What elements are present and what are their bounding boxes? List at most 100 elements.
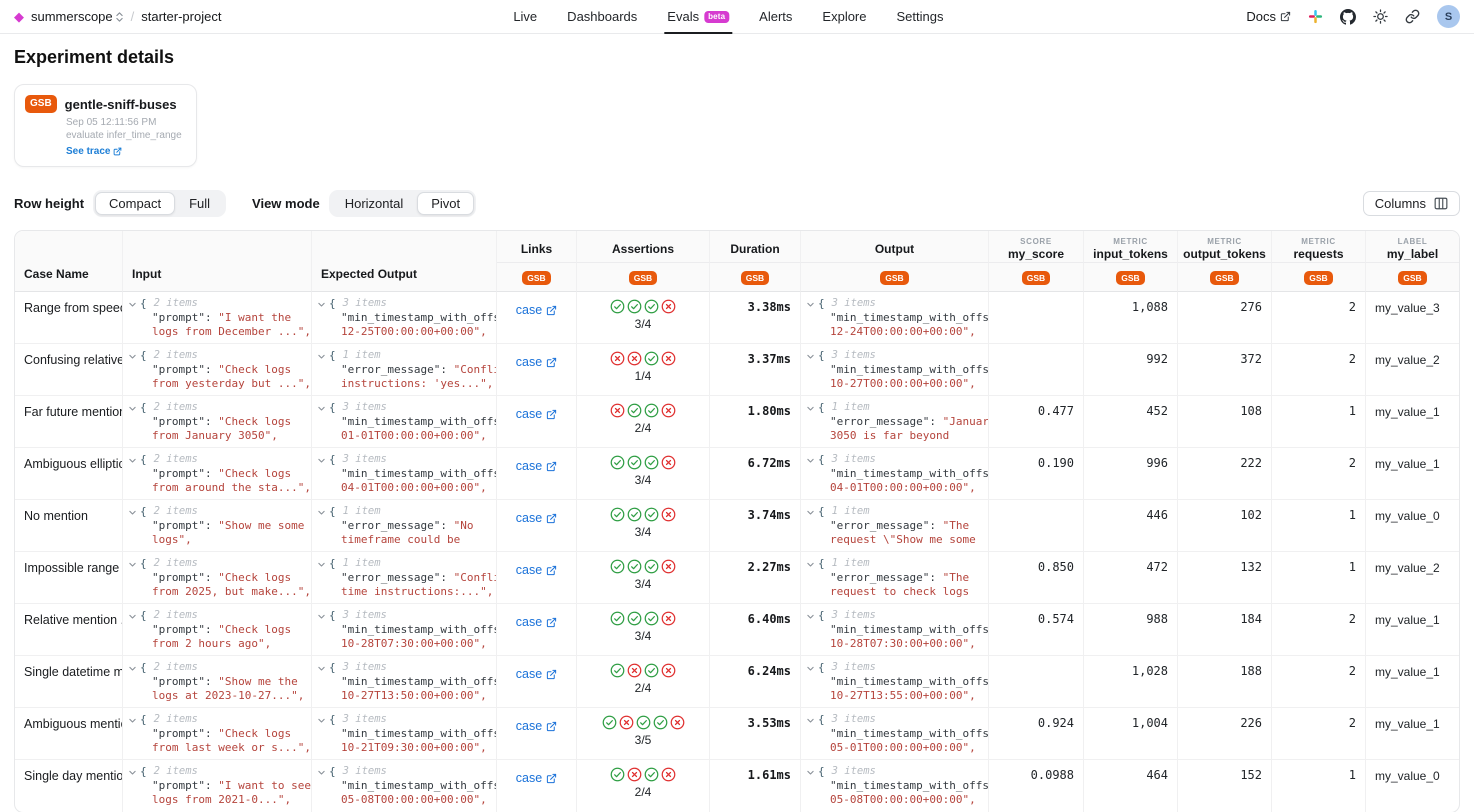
links-cell: case bbox=[497, 552, 577, 604]
chevron-down-icon[interactable] bbox=[317, 612, 326, 621]
chevron-down-icon[interactable] bbox=[317, 404, 326, 413]
input-tokens-cell: 1,088 bbox=[1084, 292, 1178, 344]
case-link[interactable]: case bbox=[516, 407, 557, 421]
chevron-down-icon[interactable] bbox=[806, 716, 815, 725]
assertions-count: 3/4 bbox=[577, 525, 709, 539]
experiment-badge[interactable]: GSB bbox=[1398, 271, 1426, 286]
nav-tab-explore[interactable]: Explore bbox=[822, 0, 866, 34]
chevron-down-icon[interactable] bbox=[806, 352, 815, 361]
table-row: Ambiguous elliptic... {2 items "prompt":… bbox=[15, 448, 1459, 500]
view-mode-option-horizontal[interactable]: Horizontal bbox=[331, 192, 418, 215]
label-cell: my_value_1 bbox=[1366, 448, 1459, 500]
col-header-my-label[interactable]: LABELmy_label bbox=[1366, 231, 1459, 263]
chevron-down-icon[interactable] bbox=[128, 664, 137, 673]
chevron-down-icon[interactable] bbox=[128, 456, 137, 465]
output-json-viewer: {1 item "error_message": "The request to… bbox=[801, 552, 988, 598]
expected-output-cell: {1 item "error_message": "Conflict: time… bbox=[312, 552, 497, 604]
case-link[interactable]: case bbox=[516, 355, 557, 369]
experiment-badge[interactable]: GSB bbox=[880, 271, 908, 286]
case-link[interactable]: case bbox=[516, 719, 557, 733]
experiment-badge[interactable]: GSB bbox=[1304, 271, 1332, 286]
nav-tab-evals[interactable]: Evalsbeta bbox=[667, 0, 729, 34]
theme-icon[interactable] bbox=[1373, 9, 1388, 24]
chevron-down-icon[interactable] bbox=[128, 768, 137, 777]
case-link[interactable]: case bbox=[516, 771, 557, 785]
chevron-down-icon[interactable] bbox=[128, 716, 137, 725]
chevron-down-icon[interactable] bbox=[317, 456, 326, 465]
chevron-down-icon[interactable] bbox=[317, 768, 326, 777]
experiment-badge[interactable]: GSB bbox=[522, 271, 550, 286]
case-link[interactable]: case bbox=[516, 615, 557, 629]
col-header-output-tokens[interactable]: METRICoutput_tokens bbox=[1178, 231, 1272, 263]
row-height-option-full[interactable]: Full bbox=[175, 192, 224, 215]
col-header-duration[interactable]: Duration bbox=[710, 231, 801, 263]
columns-button[interactable]: Columns bbox=[1363, 191, 1460, 216]
row-height-option-compact[interactable]: Compact bbox=[95, 192, 175, 215]
chevron-down-icon[interactable] bbox=[128, 560, 137, 569]
github-icon[interactable] bbox=[1340, 9, 1356, 25]
experiment-badge[interactable]: GSB bbox=[629, 271, 657, 286]
chevron-down-icon[interactable] bbox=[806, 456, 815, 465]
experiment-badge[interactable]: GSB bbox=[1022, 271, 1050, 286]
chevron-down-icon[interactable] bbox=[128, 300, 137, 309]
org-switcher[interactable]: summerscope bbox=[31, 9, 124, 24]
output-tokens-cell: 184 bbox=[1178, 604, 1272, 656]
case-link[interactable]: case bbox=[516, 303, 557, 317]
chevron-down-icon[interactable] bbox=[806, 300, 815, 309]
chevron-down-icon[interactable] bbox=[317, 508, 326, 517]
assertion-pass-icon bbox=[644, 403, 659, 418]
experiment-badge[interactable]: GSB bbox=[1210, 271, 1238, 286]
chevron-down-icon[interactable] bbox=[128, 404, 137, 413]
chevron-down-icon[interactable] bbox=[806, 508, 815, 517]
col-header-expected-output[interactable]: Expected Output bbox=[312, 231, 497, 292]
docs-link[interactable]: Docs bbox=[1246, 9, 1291, 24]
col-header-links[interactable]: Links bbox=[497, 231, 577, 263]
nav-tab-dashboards[interactable]: Dashboards bbox=[567, 0, 637, 34]
project-name[interactable]: starter-project bbox=[141, 9, 221, 24]
experiment-badge[interactable]: GSB bbox=[741, 271, 769, 286]
case-link[interactable]: case bbox=[516, 563, 557, 577]
chevron-down-icon[interactable] bbox=[806, 404, 815, 413]
nav-tab-live[interactable]: Live bbox=[513, 0, 537, 34]
item-count: 3 items bbox=[343, 765, 387, 779]
chevron-down-icon[interactable] bbox=[806, 664, 815, 673]
avatar[interactable]: S bbox=[1437, 5, 1460, 28]
col-header-my-score[interactable]: SCOREmy_score bbox=[989, 231, 1084, 263]
col-header-case-name[interactable]: Case Name bbox=[15, 231, 123, 292]
chevron-down-icon[interactable] bbox=[317, 664, 326, 673]
chevron-down-icon[interactable] bbox=[317, 716, 326, 725]
nav-tab-alerts[interactable]: Alerts bbox=[759, 0, 792, 34]
chevron-down-icon[interactable] bbox=[128, 508, 137, 517]
col-header-output[interactable]: Output bbox=[801, 231, 989, 263]
chevron-down-icon[interactable] bbox=[806, 768, 815, 777]
col-header-input-tokens[interactable]: METRICinput_tokens bbox=[1084, 231, 1178, 263]
case-link[interactable]: case bbox=[516, 511, 557, 525]
col-header-assertions[interactable]: Assertions bbox=[577, 231, 710, 263]
case-link[interactable]: case bbox=[516, 459, 557, 473]
chevron-down-icon[interactable] bbox=[317, 300, 326, 309]
badge-cell-duration: GSB bbox=[710, 263, 801, 292]
chevron-down-icon[interactable] bbox=[806, 560, 815, 569]
link-icon[interactable] bbox=[1405, 9, 1420, 24]
case-link[interactable]: case bbox=[516, 667, 557, 681]
links-cell: case bbox=[497, 656, 577, 708]
col-header-requests[interactable]: METRICrequests bbox=[1272, 231, 1366, 263]
slack-icon[interactable] bbox=[1308, 9, 1323, 24]
links-cell: case bbox=[497, 760, 577, 812]
chevron-down-icon[interactable] bbox=[317, 560, 326, 569]
chevron-down-icon[interactable] bbox=[128, 352, 137, 361]
experiment-badge[interactable]: GSB bbox=[1116, 271, 1144, 286]
assertion-pass-icon bbox=[644, 767, 659, 782]
col-header-input[interactable]: Input bbox=[123, 231, 312, 292]
external-link-icon bbox=[546, 409, 557, 420]
chevron-down-icon[interactable] bbox=[806, 612, 815, 621]
output-json-viewer: {3 items "min_timestamp_with_offset" 05-… bbox=[801, 708, 988, 754]
see-trace-link[interactable]: See trace bbox=[66, 146, 122, 157]
assertion-pass-icon bbox=[627, 403, 642, 418]
assertion-fail-icon bbox=[627, 767, 642, 782]
view-mode-option-pivot[interactable]: Pivot bbox=[417, 192, 474, 215]
chevron-down-icon[interactable] bbox=[317, 352, 326, 361]
chevron-down-icon[interactable] bbox=[128, 612, 137, 621]
case-name-cell: Ambiguous elliptic... bbox=[15, 448, 123, 500]
nav-tab-settings[interactable]: Settings bbox=[896, 0, 943, 34]
